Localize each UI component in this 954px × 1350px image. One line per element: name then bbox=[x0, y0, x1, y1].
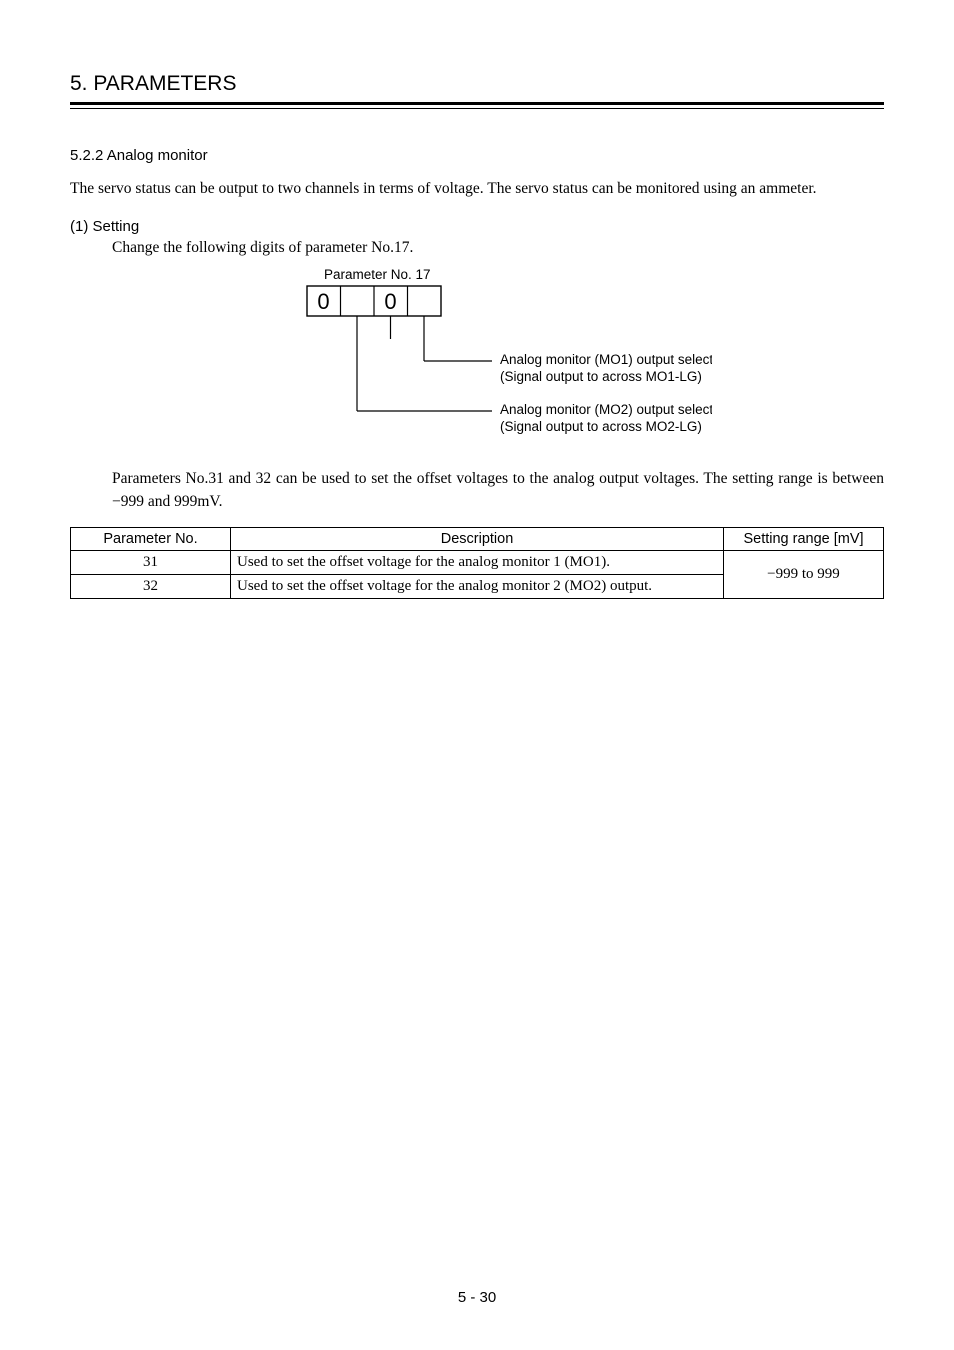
cell-param-no: 32 bbox=[71, 575, 231, 599]
parameter-diagram: Parameter No. 17 0 0 Analog monitor (MO1… bbox=[112, 265, 884, 450]
note2-line1: Analog monitor (MO2) output selection bbox=[500, 402, 712, 417]
note2-line2: (Signal output to across MO2-LG) bbox=[500, 419, 702, 434]
note1-line1: Analog monitor (MO1) output selection bbox=[500, 352, 712, 367]
header-description: Description bbox=[231, 528, 724, 551]
parameter-table: Parameter No. Description Setting range … bbox=[70, 527, 884, 599]
cell-desc: Used to set the offset voltage for the a… bbox=[231, 575, 724, 599]
subsection-heading: 5.2.2 Analog monitor bbox=[70, 147, 884, 164]
header-parameter-no: Parameter No. bbox=[71, 528, 231, 551]
cell-range: −999 to 999 bbox=[724, 551, 884, 599]
intro-paragraph: The servo status can be output to two ch… bbox=[70, 178, 884, 200]
cell-desc: Used to set the offset voltage for the a… bbox=[231, 551, 724, 575]
subsection-title: Analog monitor bbox=[107, 147, 208, 164]
item-heading: (1) Setting bbox=[70, 218, 884, 235]
page-number: 5 - 30 bbox=[0, 1289, 954, 1306]
note1-line2: (Signal output to across MO1-LG) bbox=[500, 369, 702, 384]
table-header-row: Parameter No. Description Setting range … bbox=[71, 528, 884, 551]
document-page: 5. PARAMETERS 5.2.2 Analog monitor The s… bbox=[0, 0, 954, 1350]
header-divider bbox=[70, 102, 884, 109]
digit-3: 0 bbox=[384, 289, 396, 314]
cell-param-no: 31 bbox=[71, 551, 231, 575]
table-row: 31 Used to set the offset voltage for th… bbox=[71, 551, 884, 575]
section-title: 5. PARAMETERS bbox=[70, 72, 884, 96]
header-range: Setting range [mV] bbox=[724, 528, 884, 551]
item-description: Change the following digits of parameter… bbox=[112, 239, 884, 257]
offset-paragraph: Parameters No.31 and 32 can be used to s… bbox=[112, 468, 884, 513]
digit-1: 0 bbox=[317, 289, 329, 314]
subsection-number: 5.2.2 bbox=[70, 147, 103, 164]
diagram-caption: Parameter No. 17 bbox=[324, 267, 431, 282]
